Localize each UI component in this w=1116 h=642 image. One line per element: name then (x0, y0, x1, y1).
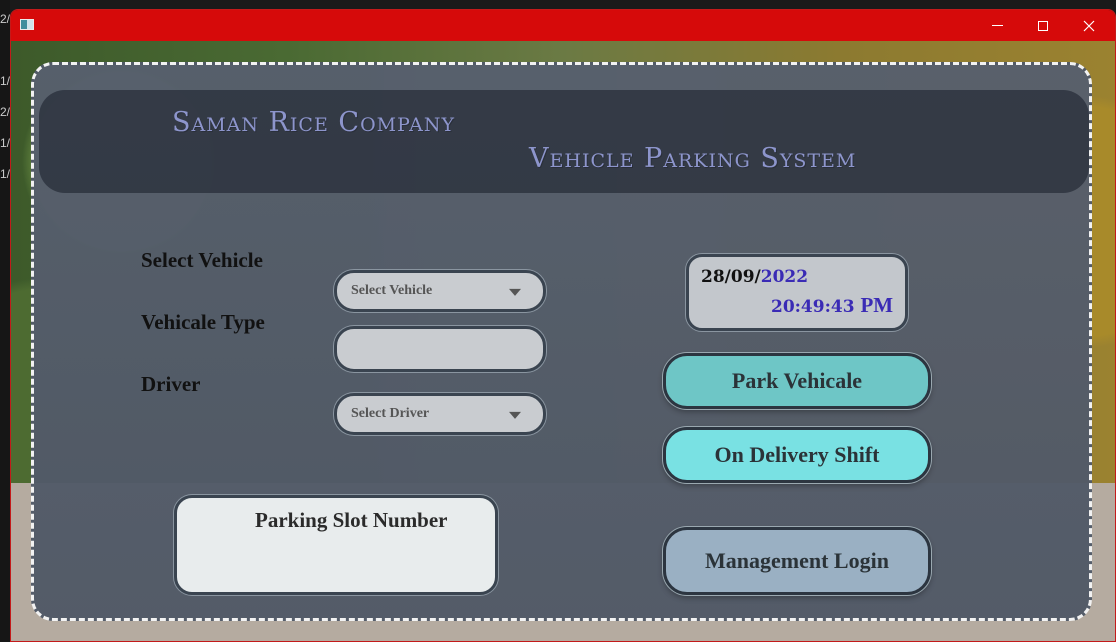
close-icon (1083, 20, 1095, 31)
time-value: 20:49:43 (771, 297, 855, 317)
close-button[interactable] (1066, 10, 1112, 41)
date-year: 2022 (760, 267, 809, 287)
datetime-display: 28/09/2022 20:49:43 PM (686, 254, 908, 331)
minimize-icon (991, 25, 1003, 26)
driver-label: Driver (141, 372, 201, 396)
date-display: 28/09/2022 (701, 267, 808, 287)
park-vehicle-button[interactable]: Park Vehicale (663, 353, 931, 409)
background-image: Saman Rice Company Vehicle Parking Syste… (11, 41, 1115, 641)
select-vehicle-placeholder: Select Vehicle (351, 283, 433, 298)
background-edge-text: 2/ (0, 12, 11, 26)
title-bar[interactable] (11, 10, 1115, 41)
select-driver-dropdown[interactable]: Select Driver (334, 393, 546, 435)
parking-slot-box: Parking Slot Number (174, 495, 498, 595)
vehicle-type-field[interactable] (334, 326, 546, 372)
time-ampm: PM (860, 293, 894, 317)
main-panel: Saman Rice Company Vehicle Parking Syste… (31, 62, 1092, 621)
minimize-button[interactable] (974, 10, 1020, 41)
background-edge-text: 1/ (0, 167, 11, 181)
background-edge-text: 1/ (0, 74, 11, 88)
chevron-down-icon (509, 288, 521, 296)
parking-slot-title: Parking Slot Number (255, 508, 448, 532)
header-band (39, 90, 1089, 193)
select-vehicle-dropdown[interactable]: Select Vehicle (334, 270, 546, 312)
app-window: Saman Rice Company Vehicle Parking Syste… (10, 9, 1116, 642)
select-driver-placeholder: Select Driver (351, 406, 430, 421)
company-title: Saman Rice Company (172, 107, 456, 138)
management-login-button[interactable]: Management Login (663, 527, 931, 595)
select-vehicle-label: Select Vehicle (141, 248, 263, 272)
time-display: 20:49:43 PM (771, 293, 893, 318)
date-day-month: 28/09/ (701, 267, 761, 287)
maximize-button[interactable] (1020, 10, 1066, 41)
vehicle-type-label: Vehicale Type (141, 310, 265, 334)
app-icon (20, 19, 34, 30)
on-delivery-shift-button[interactable]: On Delivery Shift (663, 427, 931, 483)
system-title: Vehicle Parking System (529, 143, 857, 174)
background-edge-text: 1/ (0, 136, 11, 150)
background-desktop-strip: 2/ 1/ 2/ 1/ 1/ (0, 0, 10, 642)
chevron-down-icon (509, 411, 521, 419)
background-edge-text: 2/ (0, 105, 11, 119)
maximize-icon (1038, 20, 1048, 31)
